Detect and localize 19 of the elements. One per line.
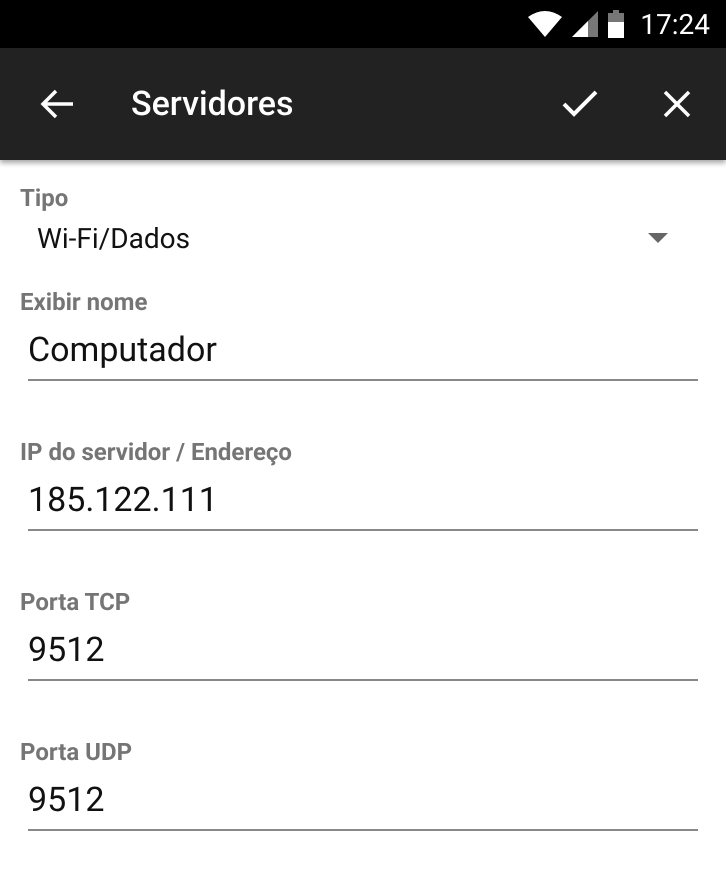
- check-icon: [562, 90, 598, 118]
- signal-icon: [572, 11, 598, 37]
- field-label: Tipo: [20, 184, 68, 212]
- field-label: IP do servidor / Endereço: [20, 438, 292, 466]
- status-time: 17:24: [640, 8, 710, 40]
- field-label: Porta TCP: [20, 588, 130, 616]
- input-field[interactable]: 9512: [28, 630, 698, 681]
- dropdown[interactable]: Wi-Fi/Dados: [20, 212, 698, 258]
- dropdown-arrow-icon: [648, 233, 668, 243]
- input-field[interactable]: 9512: [28, 780, 698, 831]
- field-label: Porta UDP: [20, 738, 132, 766]
- input-field[interactable]: 185.122.111: [28, 480, 698, 531]
- back-arrow-icon: [40, 89, 74, 119]
- wifi-icon: [528, 11, 562, 37]
- close-icon: [663, 90, 691, 118]
- screen-title: Servidores: [131, 84, 295, 124]
- battery-icon: [608, 10, 624, 38]
- field-label: Exibir nome: [20, 288, 148, 316]
- input-field[interactable]: Computador: [28, 330, 698, 381]
